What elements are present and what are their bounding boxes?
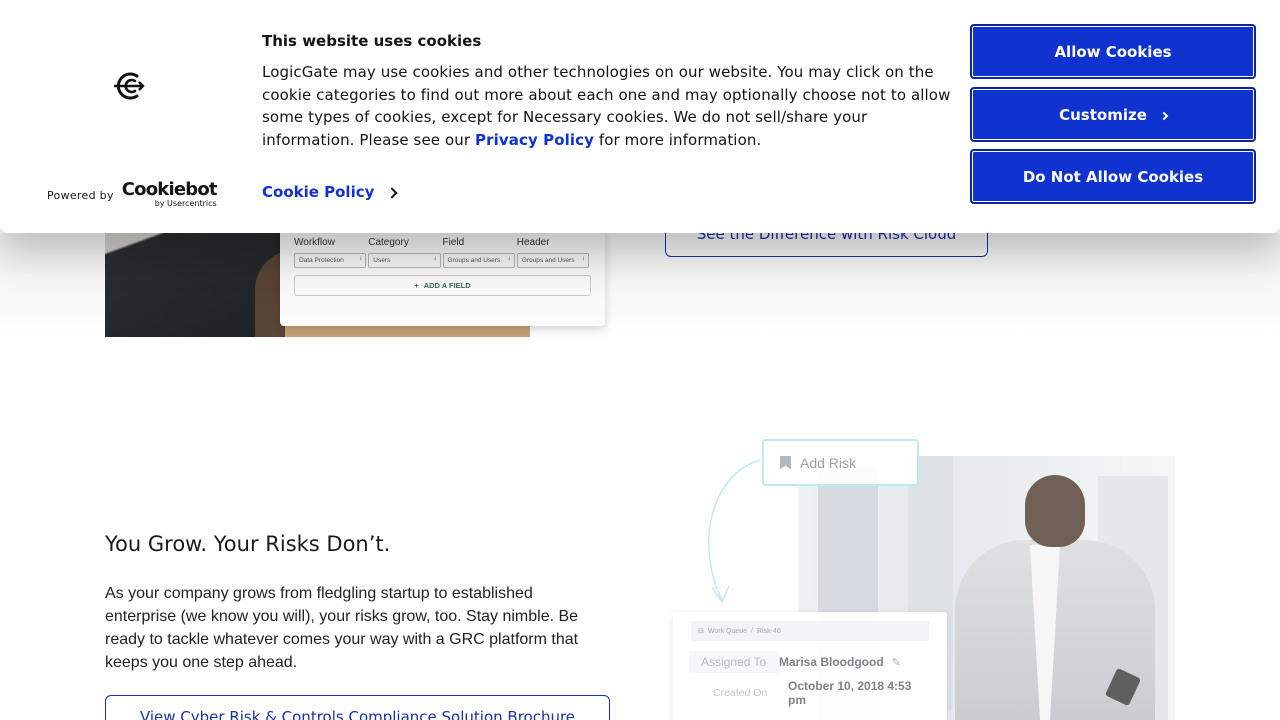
form-column: Field Groups and Users [442,237,515,268]
field-builder-card: Workflow Data Protection Category Users … [280,228,605,326]
chevron-right-icon [386,186,399,199]
form-column: Category Users [368,237,441,268]
pencil-icon: ✎ [891,656,901,669]
section-body: As your company grows from fledgling sta… [105,585,579,671]
chevron-right-icon [1159,111,1169,120]
customize-button[interactable]: Customize [970,87,1256,142]
bookmark-icon [780,455,791,470]
queue-icon: ⊟ [698,628,704,635]
add-field-button: + ADD A FIELD [294,275,591,296]
section-title: You Grow. Your Risks Don’t. [105,532,391,556]
cookie-banner: Powered by Cookiebot by Usercentrics Thi… [0,0,1280,233]
cookie-banner-title: This website uses cookies [262,32,482,50]
cookie-policy-link[interactable]: Cookie Policy [262,183,399,201]
brochure-button[interactable]: View Cyber Risk & Controls Compliance So… [105,695,610,720]
allow-cookies-button[interactable]: Allow Cookies [970,24,1256,79]
powered-by-cookiebot[interactable]: Powered by Cookiebot by Usercentrics [47,179,218,208]
deny-cookies-button[interactable]: Do Not Allow Cookies [970,149,1256,204]
add-risk-chip: Add Risk [762,439,919,486]
cookie-banner-text: LogicGate may use cookies and other tech… [262,63,951,150]
form-column: Header Groups and Users [516,237,589,268]
breadcrumb: ⊟ Work Queue / Risk-46 [691,621,929,641]
risk-detail-card: ⊟ Work Queue / Risk-46 Assigned To Maris… [673,612,947,720]
privacy-policy-link[interactable]: Privacy Policy [475,131,594,149]
cookiebot-logo: Cookiebot by Usercentrics [121,179,218,208]
form-column: Workflow Data Protection [294,237,367,268]
logicgate-logo [114,72,145,100]
plus-icon: + [414,281,419,290]
